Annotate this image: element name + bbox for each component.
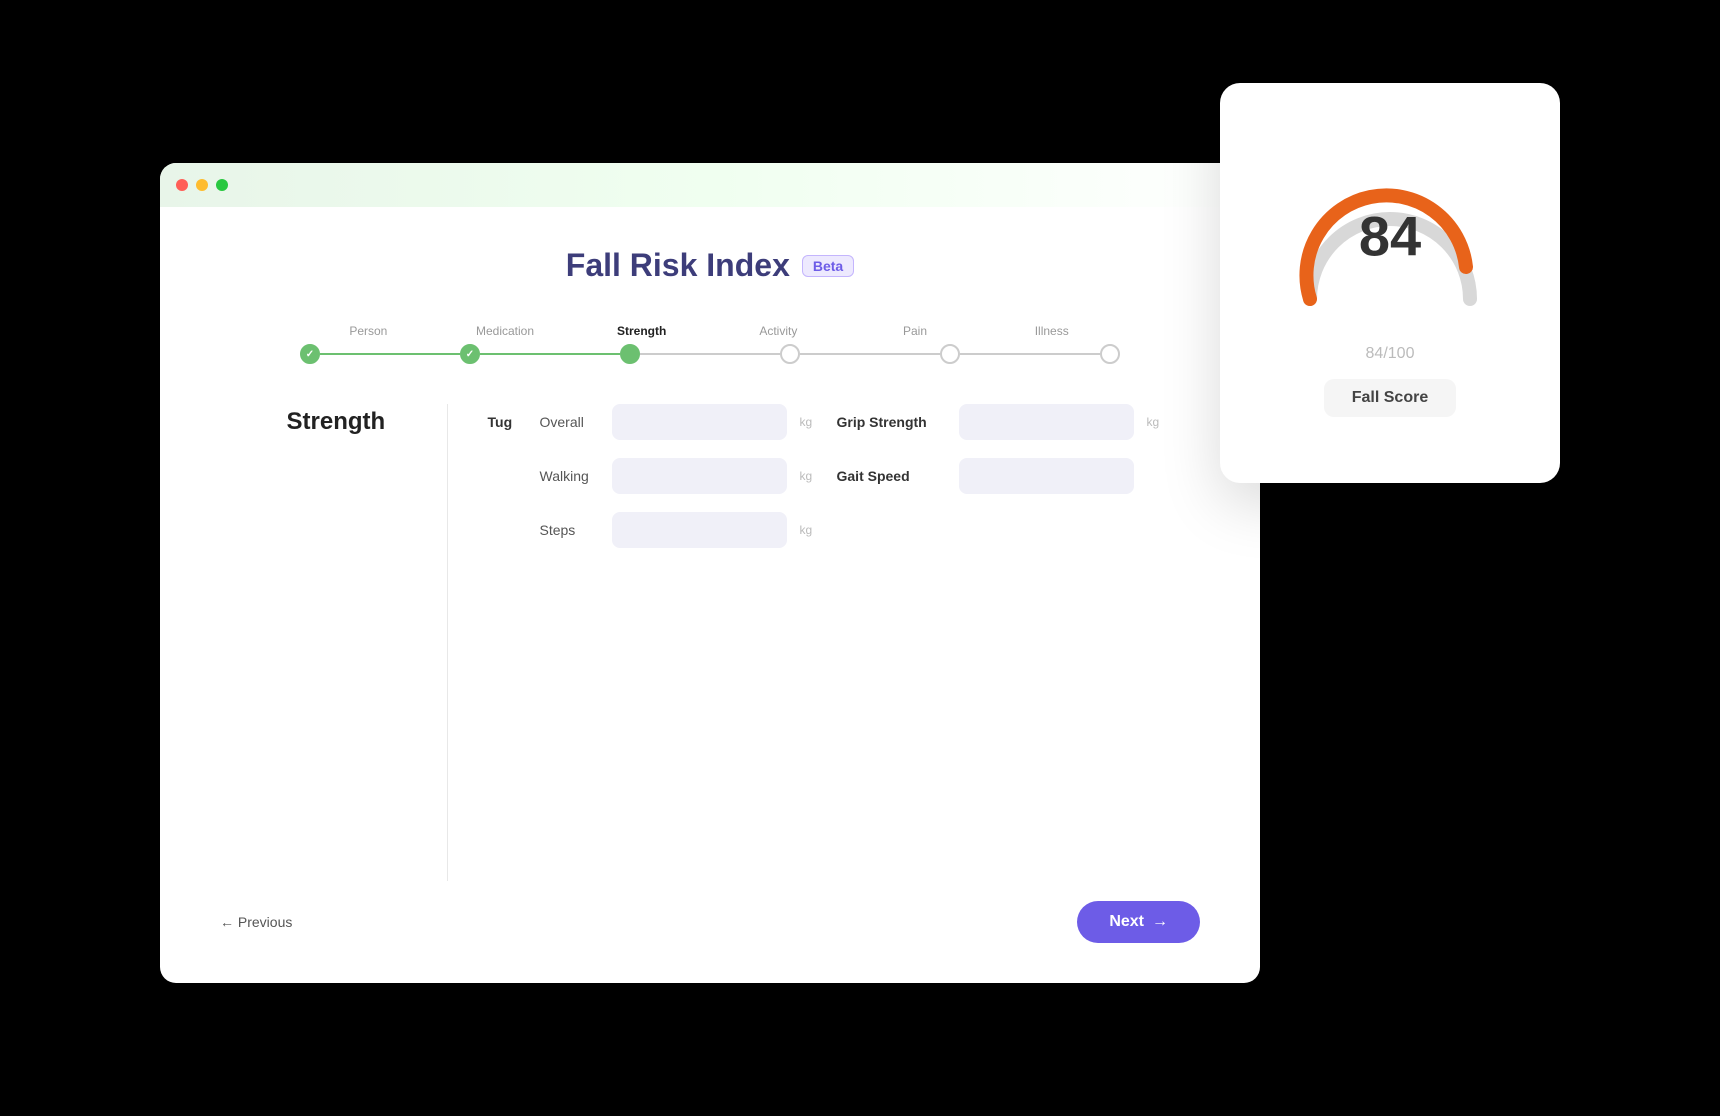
walking-label: Walking xyxy=(540,468,600,484)
gait-speed-row: Gait Speed xyxy=(837,458,1134,494)
step-circle-strength[interactable] xyxy=(620,344,640,364)
step-label-illness: Illness xyxy=(983,324,1120,338)
steps-progress: Person Medication Strength Activity Pain… xyxy=(300,324,1120,364)
next-arrow-icon: → xyxy=(1152,913,1168,931)
browser-content: Fall Risk Index Beta Person Medication S… xyxy=(160,207,1260,983)
tug-label: Tug xyxy=(488,414,528,430)
window-dot-green[interactable] xyxy=(216,179,228,191)
gauge-container: 84 xyxy=(1290,149,1490,329)
gait-label: Gait Speed xyxy=(837,468,947,484)
step-label-pain: Pain xyxy=(847,324,984,338)
overall-label: Overall xyxy=(540,414,600,430)
overall-input-box[interactable]: kg xyxy=(612,404,787,440)
next-button[interactable]: Next → xyxy=(1077,901,1200,943)
form-fields: Tug Overall kg Walking xyxy=(488,404,1134,548)
walking-unit: kg xyxy=(800,469,813,483)
steps-input[interactable] xyxy=(624,523,800,538)
check-icon-person: ✓ xyxy=(306,349,314,360)
tug-overall-row: Tug Overall kg xyxy=(488,404,787,440)
score-fraction: 84/100 xyxy=(1366,345,1415,363)
score-card: 84 84/100 Fall Score xyxy=(1220,83,1560,483)
step-circle-activity[interactable] xyxy=(780,344,800,364)
step-line-3 xyxy=(640,353,780,355)
grip-strength-row: Grip Strength kg xyxy=(837,404,1134,440)
step-line-4 xyxy=(800,353,940,355)
page-title: Fall Risk Index xyxy=(566,247,790,284)
gait-input-box[interactable] xyxy=(959,458,1134,494)
gait-input[interactable] xyxy=(971,469,1147,484)
step-label-activity: Activity xyxy=(710,324,847,338)
section-title-area: Strength xyxy=(287,404,447,436)
step-circle-pain[interactable] xyxy=(940,344,960,364)
tug-steps-row: Steps kg xyxy=(488,512,787,548)
form-section: Strength Tug Overall xyxy=(287,404,1134,881)
grip-input-box[interactable]: kg xyxy=(959,404,1134,440)
steps-circles: ✓ ✓ xyxy=(300,344,1120,364)
grip-unit: kg xyxy=(1147,415,1160,429)
grip-input[interactable] xyxy=(971,415,1147,430)
window-dot-yellow[interactable] xyxy=(196,179,208,191)
steps-labels: Person Medication Strength Activity Pain… xyxy=(300,324,1120,338)
page-title-area: Fall Risk Index Beta xyxy=(566,247,854,284)
walking-input[interactable] xyxy=(624,469,800,484)
overall-input[interactable] xyxy=(624,415,800,430)
section-divider xyxy=(447,404,448,881)
step-circle-medication[interactable]: ✓ xyxy=(460,344,480,364)
step-line-2 xyxy=(480,353,620,355)
step-line-5 xyxy=(960,353,1100,355)
gauge-score: 84 xyxy=(1359,203,1421,268)
grip-label: Grip Strength xyxy=(837,414,947,430)
browser-window: Fall Risk Index Beta Person Medication S… xyxy=(160,163,1260,983)
step-circle-illness[interactable] xyxy=(1100,344,1120,364)
steps-unit: kg xyxy=(800,523,813,537)
walking-input-box[interactable]: kg xyxy=(612,458,787,494)
window-dot-red[interactable] xyxy=(176,179,188,191)
nav-row: ← Previous Next → xyxy=(220,881,1200,943)
tug-walking-row: Walking kg xyxy=(488,458,787,494)
right-fields-col: Grip Strength kg Gait Speed xyxy=(837,404,1134,548)
field-rows: Tug Overall kg Walking xyxy=(488,404,1134,548)
previous-button[interactable]: ← Previous xyxy=(220,914,292,930)
next-label: Next xyxy=(1109,913,1144,931)
beta-badge: Beta xyxy=(802,255,854,277)
overall-unit: kg xyxy=(800,415,813,429)
step-label-person: Person xyxy=(300,324,437,338)
check-icon-medication: ✓ xyxy=(466,349,474,360)
step-label-medication: Medication xyxy=(437,324,574,338)
fall-score-button[interactable]: Fall Score xyxy=(1324,379,1456,417)
tug-fields-col: Tug Overall kg Walking xyxy=(488,404,787,548)
section-title: Strength xyxy=(287,408,386,435)
step-line-1 xyxy=(320,353,460,355)
step-label-strength: Strength xyxy=(573,324,710,338)
steps-label: Steps xyxy=(540,522,600,538)
step-circle-person[interactable]: ✓ xyxy=(300,344,320,364)
browser-topbar xyxy=(160,163,1260,207)
steps-input-box[interactable]: kg xyxy=(612,512,787,548)
